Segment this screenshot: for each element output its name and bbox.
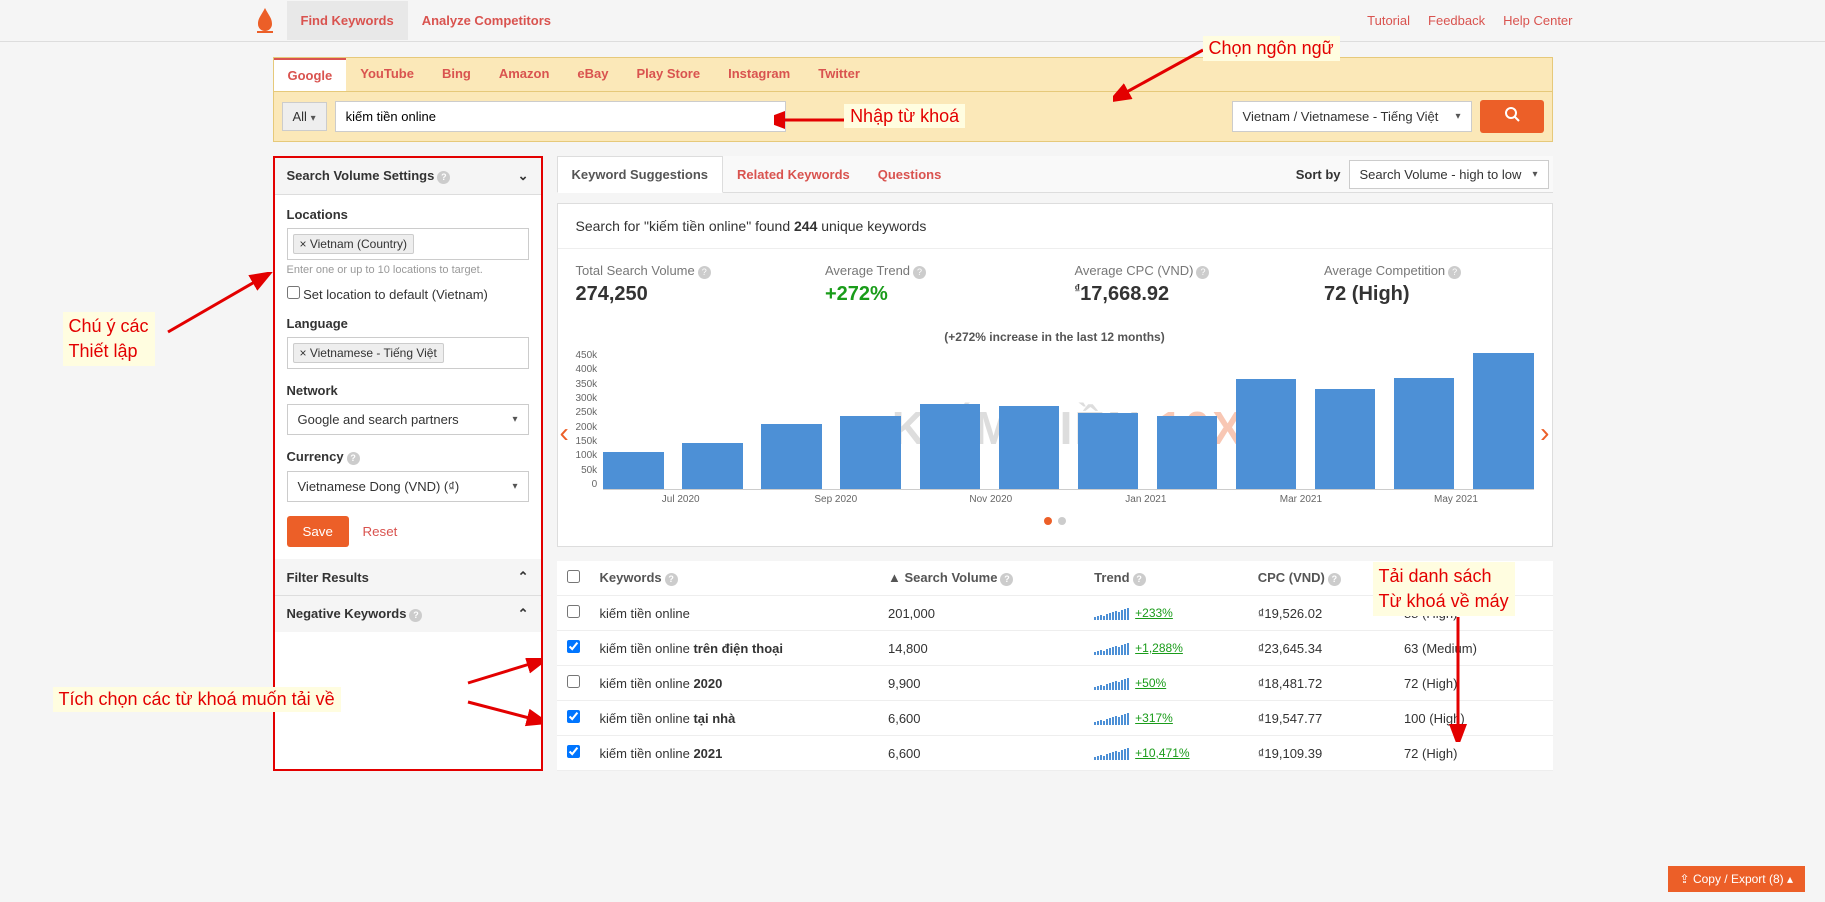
- trend-cell[interactable]: +317%: [1094, 711, 1238, 725]
- source-tab-instagram[interactable]: Instagram: [714, 58, 804, 91]
- select-all-checkbox[interactable]: [567, 570, 580, 583]
- chart-bar: [920, 404, 980, 489]
- chart-bar: [840, 416, 900, 489]
- filter-results-header[interactable]: Filter Results⌃: [275, 559, 541, 596]
- chart-xaxis: Jul 2020Sep 2020Nov 2020Jan 2021Mar 2021…: [603, 494, 1533, 505]
- annotation-settings: Chú ý cácThiết lập: [63, 312, 155, 366]
- chart-bar: [1157, 416, 1217, 489]
- table-row: kiếm tiền online trên điện thoại14,800+1…: [557, 631, 1553, 666]
- chart-bar: [1394, 378, 1454, 489]
- row-checkbox[interactable]: [567, 605, 580, 618]
- chart-bar: [999, 406, 1059, 489]
- chevron-up-icon: ⌃: [518, 606, 529, 622]
- settings-panel-header[interactable]: Search Volume Settings? ⌄: [275, 158, 541, 195]
- row-checkbox[interactable]: [567, 675, 580, 688]
- trend-cell[interactable]: +10,471%: [1094, 746, 1238, 760]
- table-row: kiếm tiền online 20209,900+50%₫18,481.72…: [557, 666, 1553, 701]
- chart-prev[interactable]: ‹: [556, 413, 573, 453]
- table-row: kiếm tiền online tại nhà6,600+317%₫19,54…: [557, 701, 1553, 736]
- source-tab-youtube[interactable]: YouTube: [346, 58, 428, 91]
- chart-caption: (+272% increase in the last 12 months): [576, 330, 1534, 344]
- source-tabs: GoogleYouTubeBingAmazoneBayPlay StoreIns…: [273, 57, 1553, 91]
- tab-suggestions[interactable]: Keyword Suggestions: [557, 156, 724, 193]
- annotation-language: Chọn ngôn ngữ: [1203, 36, 1340, 61]
- chart-bar: [1315, 389, 1375, 489]
- source-tab-amazon[interactable]: Amazon: [485, 58, 564, 91]
- row-checkbox[interactable]: [567, 640, 580, 653]
- trend-cell[interactable]: +50%: [1094, 676, 1238, 690]
- sort-label: Sort by: [1296, 167, 1341, 182]
- pager-dot[interactable]: [1044, 517, 1052, 525]
- chart-bar: [1236, 379, 1296, 489]
- link-feedback[interactable]: Feedback: [1428, 13, 1485, 28]
- tab-related[interactable]: Related Keywords: [723, 157, 864, 192]
- currency-label: Currency?: [287, 449, 529, 465]
- source-tab-bing[interactable]: Bing: [428, 58, 485, 91]
- trend-cell[interactable]: +233%: [1094, 606, 1238, 620]
- tab-questions[interactable]: Questions: [864, 157, 956, 192]
- chart-bar: [603, 452, 663, 489]
- help-icon: ?: [437, 171, 450, 184]
- match-filter[interactable]: All ▾: [282, 102, 327, 131]
- chart-bar: [682, 443, 742, 489]
- language-input[interactable]: × Vietnamese - Tiếng Việt: [287, 337, 529, 369]
- chart-bar: [1473, 353, 1533, 489]
- source-tab-ebay[interactable]: eBay: [563, 58, 622, 91]
- row-checkbox[interactable]: [567, 710, 580, 723]
- source-tab-play-store[interactable]: Play Store: [623, 58, 715, 91]
- pager-dot[interactable]: [1058, 517, 1066, 525]
- currency-select[interactable]: Vietnamese Dong (VND) (₫)▾: [287, 471, 529, 502]
- chart-bar: [761, 424, 821, 489]
- link-help-center[interactable]: Help Center: [1503, 13, 1572, 28]
- save-button[interactable]: Save: [287, 516, 349, 547]
- col-trend[interactable]: Trend?: [1084, 561, 1248, 596]
- reset-button[interactable]: Reset: [363, 524, 398, 539]
- col-keywords[interactable]: Keywords?: [590, 561, 878, 596]
- locations-input[interactable]: × Vietnam (Country): [287, 228, 529, 260]
- summary-text: Search for "kiếm tiền online" found 244 …: [558, 204, 1552, 249]
- source-tab-google[interactable]: Google: [274, 58, 347, 91]
- search-button[interactable]: [1480, 100, 1544, 133]
- sort-select[interactable]: Search Volume - high to low▾: [1349, 160, 1549, 189]
- negative-keywords-header[interactable]: Negative Keywords?⌃: [275, 596, 541, 632]
- annotation-checkbox: Tích chọn các từ khoá muốn tải về: [53, 687, 341, 712]
- source-tab-twitter[interactable]: Twitter: [804, 58, 874, 91]
- avg-trend-value: +272%: [825, 283, 1035, 306]
- network-label: Network: [287, 383, 529, 398]
- chart-bar: [1078, 413, 1138, 489]
- language-label: Language: [287, 316, 529, 331]
- avg-comp-value: 72 (High): [1324, 283, 1534, 306]
- col-volume[interactable]: ▲ Search Volume?: [878, 561, 1084, 596]
- logo-icon: [253, 9, 277, 33]
- link-tutorial[interactable]: Tutorial: [1367, 13, 1410, 28]
- chart-bars: [603, 350, 1533, 490]
- keyword-input[interactable]: [335, 101, 786, 132]
- row-checkbox[interactable]: [567, 745, 580, 758]
- locations-hint: Enter one or up to 10 locations to targe…: [287, 264, 529, 276]
- chart-yaxis: 450k400k350k300k250k200k150k100k50k0: [576, 350, 604, 490]
- trend-cell[interactable]: +1,288%: [1094, 641, 1238, 655]
- chart-next[interactable]: ›: [1536, 413, 1553, 453]
- default-location-checkbox[interactable]: [287, 286, 300, 299]
- annotation-export: Tải danh sáchTừ khoá về máy: [1373, 562, 1515, 616]
- chevron-down-icon: ⌄: [518, 168, 529, 184]
- annotation-keyword: Nhập từ khoá: [844, 104, 965, 128]
- total-volume-value: 274,250: [576, 283, 786, 306]
- language-selector[interactable]: Vietnam / Vietnamese - Tiếng Việt▾: [1232, 101, 1472, 132]
- avg-cpc-value: ₫17,668.92: [1075, 283, 1285, 306]
- nav-find-keywords[interactable]: Find Keywords: [287, 1, 408, 40]
- chevron-up-icon: ⌃: [518, 569, 529, 585]
- export-button[interactable]: ⇪ Copy / Export (8) ▴: [1668, 866, 1805, 892]
- locations-label: Locations: [287, 207, 529, 222]
- network-select[interactable]: Google and search partners▾: [287, 404, 529, 435]
- table-row: kiếm tiền online 20216,600+10,471%₫19,10…: [557, 736, 1553, 771]
- nav-analyze-competitors[interactable]: Analyze Competitors: [408, 1, 565, 40]
